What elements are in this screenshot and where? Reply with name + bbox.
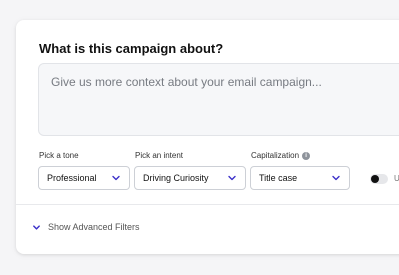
chevron-down-icon (228, 175, 236, 181)
advanced-filters-label: Show Advanced Filters (48, 222, 140, 232)
divider (16, 204, 399, 205)
capitalization-label-text: Capitalization (251, 151, 300, 160)
campaign-form-card: What is this campaign about? Give us mor… (16, 20, 399, 254)
capitalization-label: Capitalization i (251, 151, 311, 160)
textarea-placeholder: Give us more context about your email ca… (51, 75, 322, 89)
toggle-switch[interactable] (370, 174, 388, 184)
intent-label: Pick an intent (135, 151, 184, 160)
chevron-down-icon (332, 175, 340, 181)
capitalization-select[interactable]: Title case (250, 166, 350, 190)
capitalization-select-value: Title case (259, 173, 298, 183)
form-title: What is this campaign about? (39, 41, 224, 56)
show-advanced-filters-button[interactable]: Show Advanced Filters (32, 222, 140, 232)
tone-label: Pick a tone (39, 151, 79, 160)
tone-select-value: Professional (47, 173, 97, 183)
tone-select[interactable]: Professional (38, 166, 130, 190)
info-icon[interactable]: i (302, 151, 311, 160)
intent-select[interactable]: Driving Curiosity (134, 166, 246, 190)
toggle-label: U (394, 174, 399, 183)
campaign-context-textarea[interactable]: Give us more context about your email ca… (38, 63, 399, 136)
chevron-down-icon (112, 175, 120, 181)
chevron-down-icon (33, 224, 40, 230)
toggle-knob (371, 175, 379, 183)
intent-select-value: Driving Curiosity (143, 173, 209, 183)
